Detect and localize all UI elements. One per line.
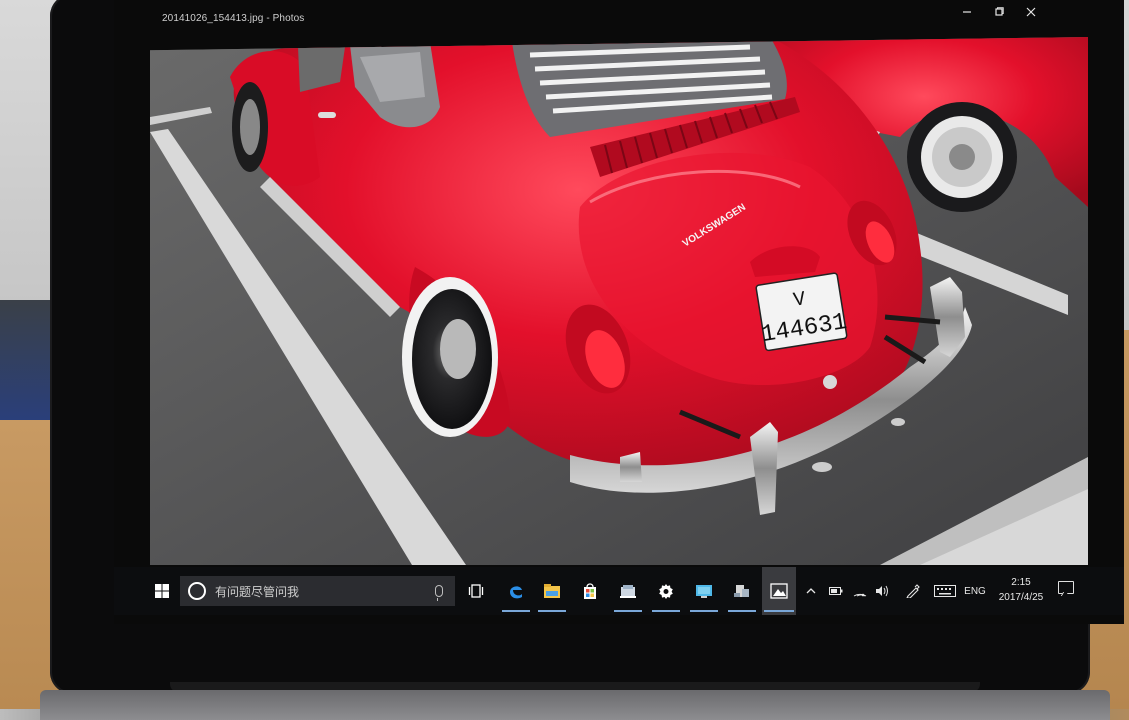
volume-button[interactable] (872, 567, 892, 615)
app-icon (620, 585, 636, 598)
taskbar-app-3[interactable] (726, 567, 758, 615)
clock[interactable]: 2:15 2017/4/25 (986, 575, 1056, 605)
minimize-button[interactable] (950, 0, 984, 24)
running-indicator (728, 610, 756, 612)
battery-button[interactable] (826, 567, 846, 615)
language-indicator: ENG (964, 585, 986, 597)
search-placeholder: 有问题尽管问我 (215, 584, 300, 599)
clock-date: 2017/4/25 (998, 592, 1044, 603)
running-indicator (690, 610, 718, 612)
window-title: 20141026_154413.jpg - Photos (162, 13, 305, 24)
running-indicator (614, 610, 642, 612)
taskbar-app-edge[interactable] (500, 567, 532, 615)
photos-icon (770, 583, 788, 599)
windows-logo-icon (155, 584, 169, 598)
taskbar: 有问题尽管问我 ENG 2:15 2017/4/25 (114, 567, 1124, 615)
network-button[interactable] (850, 567, 870, 615)
maximize-button[interactable] (982, 0, 1016, 24)
touch-keyboard-button[interactable] (932, 567, 958, 615)
photo-viewer-image[interactable]: V 144631 VOLKSWAGEN (150, 37, 1088, 565)
car-photo: V 144631 VOLKSWAGEN (150, 37, 1088, 565)
close-button[interactable] (1014, 0, 1048, 24)
chevron-up-icon (806, 588, 816, 594)
action-center-icon[interactable] (1058, 581, 1074, 594)
edge-icon (510, 586, 522, 599)
running-indicator (652, 610, 680, 612)
pen-button[interactable] (902, 567, 924, 615)
cortana-icon (188, 582, 206, 600)
keyboard-icon (934, 585, 956, 597)
clock-time: 2:15 (1011, 577, 1031, 588)
minimize-icon (963, 11, 971, 13)
laptop-bezel: 20141026_154413.jpg - Photos V 144631 VO… (50, 0, 1124, 694)
settings-icon (659, 584, 673, 599)
restore-icon (995, 7, 1004, 16)
input-language-button[interactable]: ENG (962, 567, 988, 615)
microphone-icon[interactable] (435, 585, 443, 601)
app-icon (734, 585, 749, 597)
store-icon (584, 583, 596, 599)
laptop-base (40, 690, 1110, 720)
file-explorer-icon (544, 584, 560, 598)
app-icon (696, 585, 712, 598)
close-icon (1026, 7, 1036, 17)
task-view-icon (468, 584, 484, 598)
running-indicator (502, 610, 530, 612)
volume-icon (876, 585, 888, 597)
taskbar-app-photos[interactable] (762, 567, 796, 615)
task-view-button[interactable] (460, 567, 492, 615)
taskbar-app-2[interactable] (688, 567, 720, 615)
photos-title-bar[interactable]: 20141026_154413.jpg - Photos (114, 0, 1124, 40)
taskbar-app-file-explorer[interactable] (536, 567, 568, 615)
running-indicator (764, 610, 794, 612)
taskbar-app-store[interactable] (574, 567, 606, 615)
screen: 20141026_154413.jpg - Photos V 144631 VO… (114, 0, 1124, 624)
start-button[interactable] (142, 567, 182, 615)
battery-icon (829, 587, 843, 595)
taskbar-app-settings[interactable] (650, 567, 682, 615)
show-hidden-icons-button[interactable] (802, 567, 820, 615)
pen-icon (906, 584, 920, 598)
wifi-icon (853, 593, 867, 597)
cortana-search-box[interactable]: 有问题尽管问我 (180, 576, 455, 606)
running-indicator (538, 610, 566, 612)
taskbar-app-1[interactable] (612, 567, 644, 615)
